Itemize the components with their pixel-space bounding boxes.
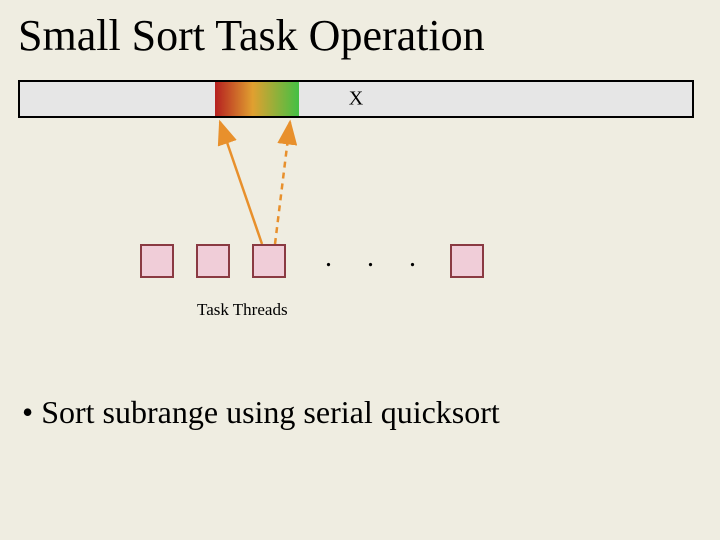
thread-box-4 [450,244,484,278]
slide-title: Small Sort Task Operation [18,10,485,61]
array-label: X [349,88,363,111]
thread-box-2 [196,244,230,278]
task-threads-label: Task Threads [197,300,288,320]
sorted-subrange-gradient [215,82,299,116]
arrow-solid [220,122,262,244]
array-bar: X [18,80,694,118]
bullet-point: • Sort subrange using serial quicksort [22,394,500,431]
arrow-dashed [275,122,290,244]
ellipsis-icon: . . . [325,242,430,274]
thread-box-1 [140,244,174,278]
thread-box-3 [252,244,286,278]
